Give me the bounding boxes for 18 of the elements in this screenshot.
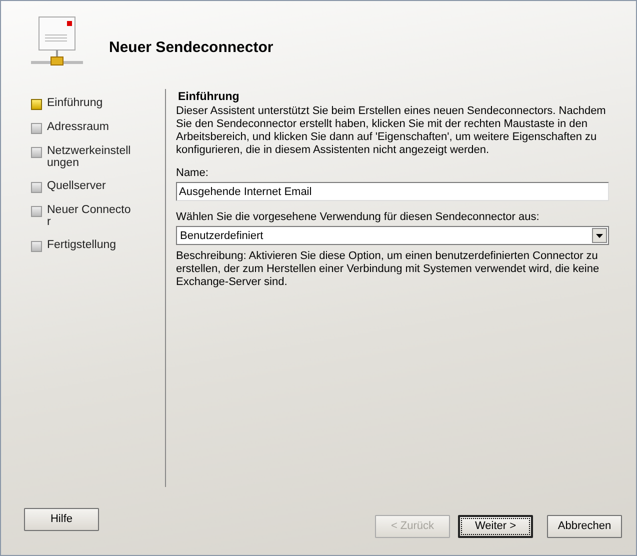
step-label[interactable]: Adressraum bbox=[47, 121, 131, 133]
step-label[interactable]: Netzwerkeinstellungen bbox=[47, 145, 131, 169]
step-label[interactable]: Einführung bbox=[47, 97, 131, 109]
help-button[interactable]: Hilfe bbox=[24, 508, 99, 530]
step-label[interactable]: Fertigstellung bbox=[47, 239, 131, 251]
name-label: Name: bbox=[176, 167, 210, 179]
wizard-title: Neuer Sendeconnector bbox=[109, 38, 274, 56]
intro-text: Dieser Assistent unterstützt Sie beim Erstellen eines neuen Sendeconnectors. Nachdem Sie den Sendeconnector erstellt haben, klicken Sie mit der rechten Maustaste in den Arbeitsbereich, und klicken Sie dann auf 'Eigenschaften', um weitere Eigenschaften zu konfigurieren, die in diesem Assistenten nicht angezeigt werden. bbox=[176, 105, 607, 157]
nav-button[interactable]: Weiter > bbox=[458, 514, 533, 538]
dropdown-arrow-icon bbox=[596, 234, 603, 238]
name-field[interactable]: Ausgehende Internet Email bbox=[176, 182, 609, 201]
step-label[interactable]: Neuer Connector bbox=[47, 204, 131, 228]
page-heading: Einführung bbox=[178, 91, 240, 103]
step-label[interactable]: Quellserver bbox=[47, 180, 131, 192]
description-text: Beschreibung: Aktivieren Sie diese Option, um einen benutzerdefinierten Connector zu erstellen, der zum Herstellen einer Verbindung mit Systemen verwendet wird, die keine Exchange-Server sind. bbox=[176, 250, 600, 289]
cancel-button[interactable]: Abbrechen bbox=[547, 514, 622, 538]
usage-label: Wählen Sie die vorgesehene Verwendung für diesen Sendeconnector aus: bbox=[176, 211, 540, 223]
usage-dropdown[interactable]: Benutzerdefiniert bbox=[176, 226, 609, 245]
